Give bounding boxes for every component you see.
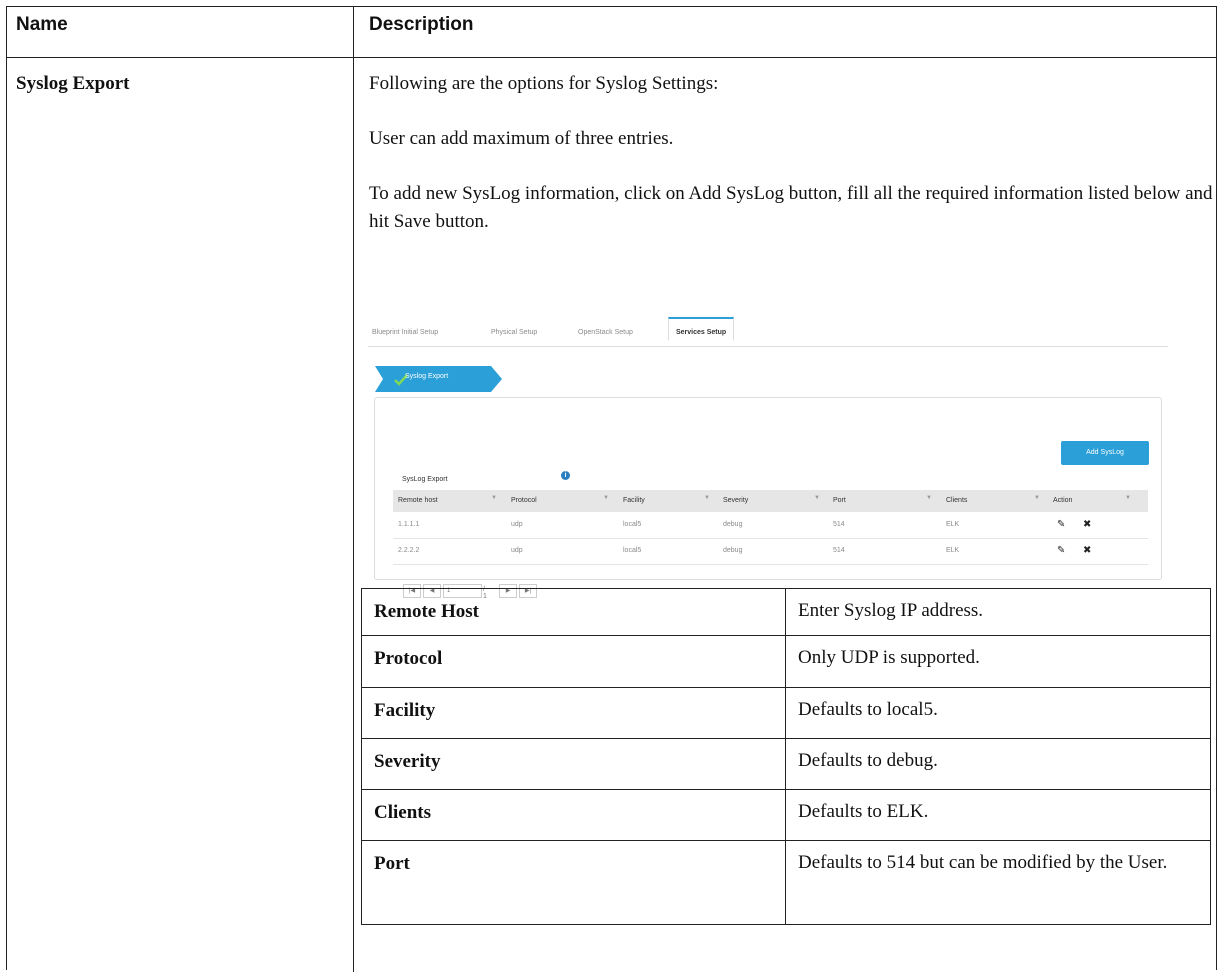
- tab-bar: Blueprint Initial Setup Physical Setup O…: [368, 317, 1168, 347]
- cell-protocol: udp: [511, 521, 523, 528]
- field-desc-severity: Defaults to debug.: [785, 738, 1211, 790]
- field-name-port: Port: [361, 840, 786, 925]
- cell-remote-host: 1.1.1.1: [398, 521, 420, 528]
- cell-remote-host: 2.2.2.2: [398, 547, 420, 554]
- table-row: Port Defaults to 514 but can be modified…: [361, 840, 1211, 925]
- header-divider: [6, 57, 1217, 58]
- table-row: Severity Defaults to debug.: [361, 738, 1211, 790]
- panel-title: SysLog Export: [402, 476, 448, 483]
- col-clients[interactable]: Clients: [946, 497, 967, 504]
- chevron-down-icon[interactable]: ▼: [814, 495, 820, 501]
- cell-clients: ELK: [946, 521, 960, 528]
- delete-icon[interactable]: ✖: [1083, 545, 1091, 556]
- tab-physical[interactable]: Physical Setup: [491, 329, 537, 336]
- tab-openstack[interactable]: OpenStack Setup: [578, 329, 633, 336]
- paragraph-intro: Following are the options for Syslog Set…: [369, 73, 719, 94]
- col-severity[interactable]: Severity: [723, 497, 748, 504]
- field-desc-facility: Defaults to local5.: [785, 687, 1211, 739]
- chevron-down-icon[interactable]: ▼: [926, 495, 932, 501]
- field-desc-port: Defaults to 514 but can be modified by t…: [785, 840, 1211, 925]
- field-table: Remote Host Enter Syslog IP address. Pro…: [361, 588, 1211, 925]
- col-protocol[interactable]: Protocol: [511, 497, 537, 504]
- paragraph-instructions: To add new SysLog information, click on …: [369, 183, 1213, 232]
- step-label: Syslog Export: [405, 373, 449, 380]
- chevron-down-icon[interactable]: ▼: [1125, 495, 1131, 501]
- field-name-facility: Facility: [361, 687, 786, 739]
- delete-icon[interactable]: ✖: [1083, 519, 1091, 530]
- embedded-screenshot: Blueprint Initial Setup Physical Setup O…: [368, 312, 1168, 600]
- chevron-down-icon[interactable]: ▼: [603, 495, 609, 501]
- field-name-protocol: Protocol: [361, 635, 786, 688]
- col-facility[interactable]: Facility: [623, 497, 645, 504]
- table-row: Facility Defaults to local5.: [361, 687, 1211, 739]
- table-row: Clients Defaults to ELK.: [361, 789, 1211, 841]
- edit-icon[interactable]: ✎: [1057, 519, 1065, 530]
- table-row: 1.1.1.1 udp local5 debug 514 ELK ✎ ✖: [393, 512, 1148, 539]
- cell-port: 514: [833, 521, 845, 528]
- col-remote-host[interactable]: Remote host: [398, 497, 438, 504]
- cell-severity: debug: [723, 521, 743, 528]
- cell-severity: debug: [723, 547, 743, 554]
- col-port[interactable]: Port: [833, 497, 846, 504]
- column-divider: [353, 6, 354, 972]
- tab-blueprint[interactable]: Blueprint Initial Setup: [372, 329, 438, 336]
- field-desc-remote-host: Enter Syslog IP address.: [785, 588, 1211, 636]
- field-name-severity: Severity: [361, 738, 786, 790]
- field-desc-clients: Defaults to ELK.: [785, 789, 1211, 841]
- chevron-down-icon[interactable]: ▼: [1034, 495, 1040, 501]
- cell-facility: local5: [623, 547, 642, 554]
- field-name-remote-host: Remote Host: [361, 588, 786, 636]
- cell-protocol: udp: [511, 547, 523, 554]
- paragraph-limit: User can add maximum of three entries.: [369, 128, 674, 149]
- info-icon[interactable]: i: [561, 471, 570, 480]
- add-syslog-button[interactable]: Add SysLog: [1061, 441, 1149, 465]
- cell-clients: ELK: [946, 547, 960, 554]
- table-header: Remote host ▼ Protocol ▼ Facility ▼ Seve…: [393, 490, 1148, 512]
- row-name: Syslog Export: [16, 73, 130, 94]
- chevron-down-icon[interactable]: ▼: [704, 495, 710, 501]
- table-row: Protocol Only UDP is supported.: [361, 635, 1211, 688]
- field-name-clients: Clients: [361, 789, 786, 841]
- syslog-panel: Add SysLog SysLog Export i Remote host ▼…: [374, 397, 1162, 600]
- tab-services[interactable]: Services Setup: [668, 317, 735, 341]
- cell-port: 514: [833, 547, 845, 554]
- table-row: 2.2.2.2 udp local5 debug 514 ELK ✎ ✖: [393, 538, 1148, 565]
- edit-icon[interactable]: ✎: [1057, 545, 1065, 556]
- header-name: Name: [16, 14, 68, 35]
- col-action: Action: [1053, 497, 1073, 504]
- header-description: Description: [369, 14, 474, 35]
- chevron-down-icon[interactable]: ▼: [491, 495, 497, 501]
- table-row: Remote Host Enter Syslog IP address.: [361, 588, 1211, 636]
- field-desc-protocol: Only UDP is supported.: [785, 635, 1211, 688]
- cell-facility: local5: [623, 521, 642, 528]
